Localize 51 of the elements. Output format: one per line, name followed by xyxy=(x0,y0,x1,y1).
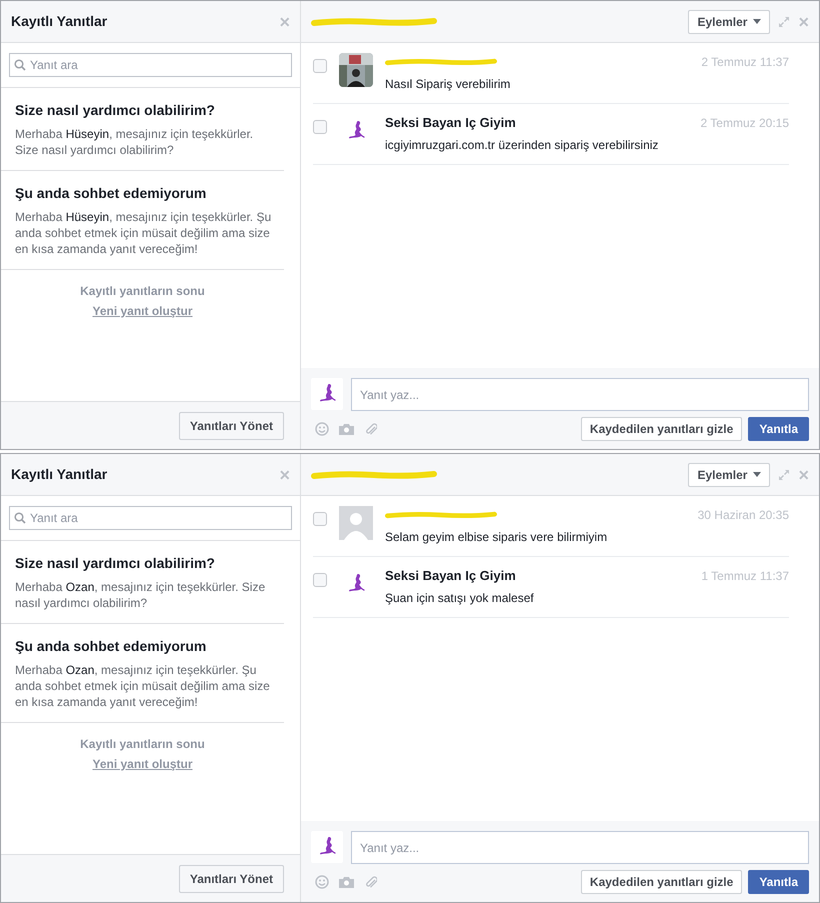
expand-icon[interactable] xyxy=(778,16,790,28)
message-time: 30 Haziran 20:35 xyxy=(698,507,789,524)
reply-text: Merhaba Hüseyin, mesajınız için teşekkürler. Size nasıl yardımcı olabilirim? xyxy=(15,126,254,158)
hide-replies-button[interactable]: Kaydedilen yanıtları gizle xyxy=(580,870,742,894)
reply-button[interactable]: Yanıtla xyxy=(748,417,809,441)
message-time: 2 Temmuz 20:15 xyxy=(700,115,789,132)
reply-text: Merhaba Ozan, mesajınız için teşekkürler. Şu anda sohbet etmek için müsait değilim ama size en kısa zamanda yanıt vereceğim! xyxy=(15,662,271,710)
message-checkbox[interactable] xyxy=(313,573,327,587)
emoji-icon[interactable] xyxy=(315,875,329,889)
end-of-list-text: Kayıtlı yanıtların sonu xyxy=(80,283,205,300)
reply-title[interactable]: Şu anda sohbet edemiyorum xyxy=(15,636,284,657)
message-time: 1 Temmuz 11:37 xyxy=(701,568,789,585)
message-checkbox[interactable] xyxy=(313,120,327,134)
message-time: 2 Temmuz 11:37 xyxy=(701,54,789,71)
end-of-list-text: Kayıtlı yanıtların sonu xyxy=(80,736,205,753)
message-text: icgiyimruzgari.com.tr üzerinden sipariş verebilirsiniz xyxy=(385,137,660,154)
paperclip-icon[interactable] xyxy=(364,422,377,436)
expand-icon[interactable] xyxy=(778,468,790,480)
sender-name: Seksi Bayan Iç Giyim xyxy=(385,114,516,132)
message-text: Nasıl Sipariş verebilirim xyxy=(385,76,512,93)
caret-icon xyxy=(753,19,762,24)
search-icon xyxy=(14,512,26,524)
reply-title[interactable]: Şu anda sohbet edemiyorum xyxy=(15,183,284,204)
message-checkbox[interactable] xyxy=(313,512,327,526)
reply-button[interactable]: Yanıtla xyxy=(748,870,809,894)
panel-title: Kayıtlı Yanıtlar xyxy=(11,12,108,31)
panel-title: Kayıtlı Yanıtlar xyxy=(11,465,108,484)
reply-title[interactable]: Size nasıl yardımcı olabilirim? xyxy=(15,553,284,574)
camera-icon[interactable] xyxy=(339,423,354,435)
reply-input-field[interactable]: Yanıt yaz... xyxy=(351,831,809,864)
actions-dropdown[interactable]: Eylemler xyxy=(688,10,770,34)
caret-icon xyxy=(753,472,762,477)
manage-replies-button[interactable]: Yanıtları Yönet xyxy=(178,412,284,440)
reply-title[interactable]: Size nasıl yardımcı olabilirim? xyxy=(15,100,284,121)
search-field[interactable]: Yanıt ara xyxy=(9,53,292,77)
default-avatar-icon xyxy=(339,506,373,540)
hide-replies-button[interactable]: Kaydedilen yanıtları gizle xyxy=(580,417,742,441)
search-field[interactable]: Yanıt ara xyxy=(9,506,292,530)
reply-text: Merhaba Hüseyin, mesajınız için teşekkürler. Şu anda sohbet etmek için müsait değilim ama size en kısa zamanda yanıt vereceğim! xyxy=(15,209,272,257)
search-icon xyxy=(14,59,26,71)
message-text: Selam geyim elbise siparis vere bilirmiyim xyxy=(385,529,608,546)
message-checkbox[interactable] xyxy=(313,59,327,73)
actions-dropdown[interactable]: Eylemler xyxy=(688,462,770,486)
reply-text: Merhaba Ozan, mesajınız için teşekkürler. Size nasıl yardımcı olabilirim? xyxy=(15,579,266,611)
camera-icon[interactable] xyxy=(339,876,354,888)
emoji-icon[interactable] xyxy=(315,422,329,436)
message-text: Şuan için satışı yok malesef xyxy=(385,590,535,607)
manage-replies-button[interactable]: Yanıtları Yönet xyxy=(178,864,284,892)
reply-input-field[interactable]: Yanıt yaz... xyxy=(351,378,809,411)
sender-name: Seksi Bayan Iç Giyim xyxy=(385,567,516,586)
paperclip-icon[interactable] xyxy=(364,876,377,888)
